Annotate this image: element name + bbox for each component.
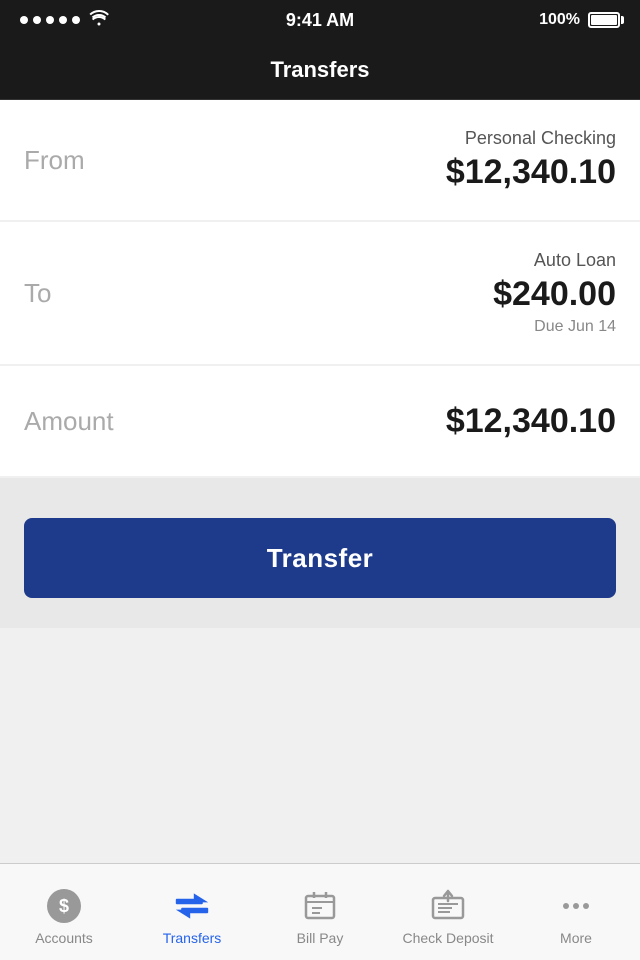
to-amount: $240.00 [493,275,616,314]
nav-bar: Transfers [0,40,640,100]
billpay-icon [302,888,338,924]
to-label: To [24,278,51,309]
more-icon [558,888,594,924]
to-row[interactable]: To Auto Loan $240.00 Due Jun 14 [0,222,640,364]
signal-dot-3 [46,16,54,24]
to-value-group: Auto Loan $240.00 Due Jun 14 [493,250,616,336]
tab-accounts[interactable]: $ Accounts [0,864,128,960]
tab-bar: $ Accounts Transfers [0,863,640,960]
amount-value: $12,340.10 [446,402,616,441]
tab-more[interactable]: More [512,864,640,960]
to-section[interactable]: To Auto Loan $240.00 Due Jun 14 [0,222,640,364]
tab-billpay[interactable]: Bill Pay [256,864,384,960]
signal-dot-2 [33,16,41,24]
tab-transfers[interactable]: Transfers [128,864,256,960]
from-amount: $12,340.10 [446,153,616,192]
from-label: From [24,145,85,176]
button-section: Transfer [0,478,640,628]
wifi-icon [88,10,110,31]
amount-label: Amount [24,406,114,437]
tab-checkdeposit-label: Check Deposit [402,930,493,946]
amount-section[interactable]: Amount $12,340.10 [0,366,640,476]
battery-percentage: 100% [539,11,580,29]
tab-checkdeposit[interactable]: Check Deposit [384,864,512,960]
to-due-date: Due Jun 14 [493,318,616,336]
amount-row[interactable]: Amount $12,340.10 [0,366,640,476]
status-time: 9:41 AM [286,10,354,31]
from-section[interactable]: From Personal Checking $12,340.10 [0,100,640,220]
transfer-button[interactable]: Transfer [24,518,616,598]
status-right: 100% [539,11,620,29]
tab-accounts-label: Accounts [35,930,93,946]
from-account-name: Personal Checking [446,128,616,149]
signal-dots [20,16,80,24]
battery-icon [588,12,620,28]
status-left [20,10,110,31]
content-wrapper: From Personal Checking $12,340.10 To Aut… [0,100,640,863]
tab-transfers-label: Transfers [163,930,222,946]
signal-dot-1 [20,16,28,24]
signal-dot-4 [59,16,67,24]
to-account-name: Auto Loan [493,250,616,271]
status-bar: 9:41 AM 100% [0,0,640,40]
transfers-icon [174,888,210,924]
tab-more-label: More [560,930,592,946]
page-title: Transfers [270,57,369,83]
signal-dot-5 [72,16,80,24]
tab-billpay-label: Bill Pay [297,930,344,946]
checkdeposit-icon [430,888,466,924]
svg-text:$: $ [59,896,69,916]
from-row[interactable]: From Personal Checking $12,340.10 [0,100,640,220]
from-value-group: Personal Checking $12,340.10 [446,128,616,192]
accounts-icon: $ [46,888,82,924]
